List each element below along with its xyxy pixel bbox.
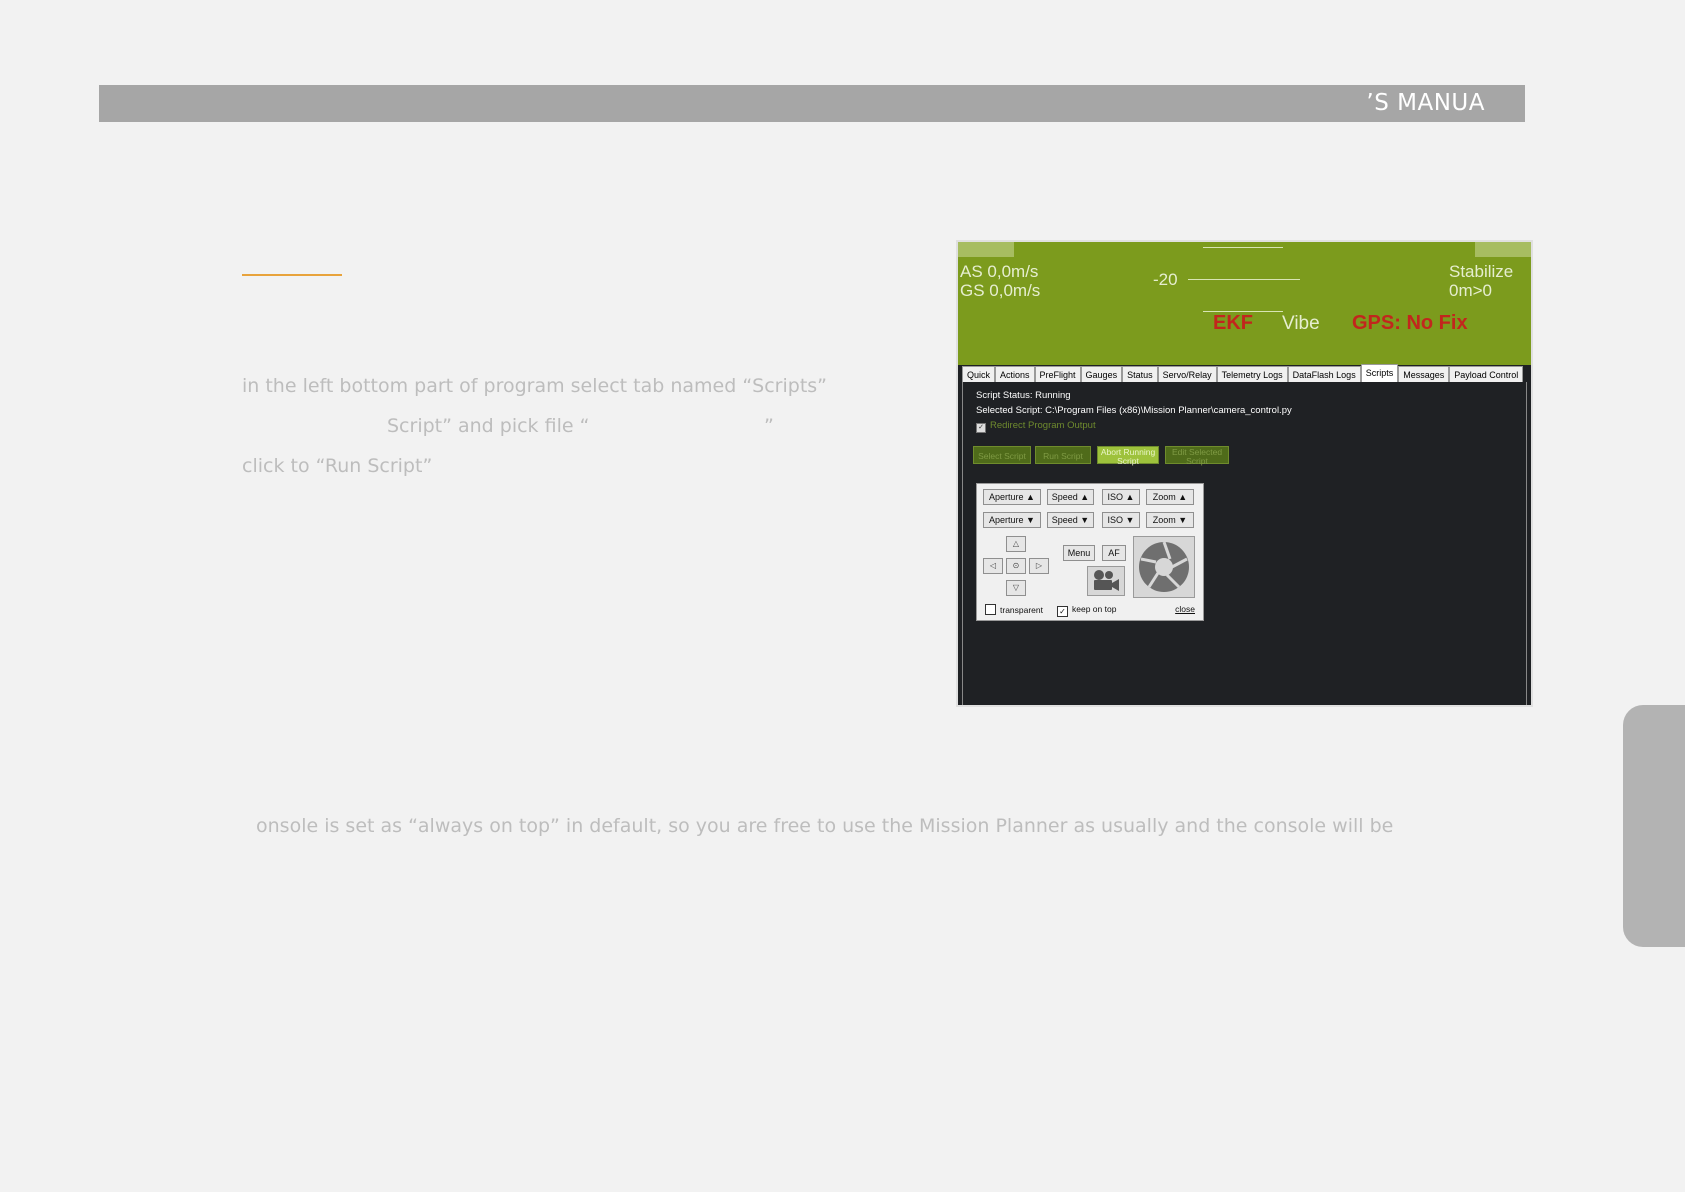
zoom-down-button[interactable]: Zoom ▼ [1146, 512, 1194, 528]
hud-pitch-line [1188, 279, 1300, 280]
header-title: ’S MANUA [1366, 90, 1485, 116]
tab-messages[interactable]: Messages [1398, 366, 1450, 382]
hud-pitch-label: -20 [1153, 270, 1178, 289]
tab-status[interactable]: Status [1122, 366, 1158, 382]
hud-pitch-line [1203, 247, 1283, 248]
tab-servo-relay[interactable]: Servo/Relay [1157, 366, 1217, 382]
hud-flight-mode: Stabilize [1449, 262, 1514, 281]
tab-telemetry-logs[interactable]: Telemetry Logs [1216, 366, 1288, 382]
keep-on-top-checkbox[interactable]: ✓ keep on top [1057, 604, 1116, 617]
aperture-down-button[interactable]: Aperture ▼ [983, 512, 1041, 528]
close-link[interactable]: close [1175, 604, 1195, 614]
script-status: Script Status: Running [976, 390, 1071, 401]
iso-down-button[interactable]: ISO ▼ [1102, 512, 1140, 528]
abort-script-button[interactable]: Abort Running Script [1097, 446, 1159, 466]
tab-scripts[interactable]: Scripts [1360, 364, 1399, 382]
tab-gauges[interactable]: Gauges [1080, 366, 1123, 382]
run-script-button[interactable]: Run Script [1035, 446, 1091, 464]
hud-corner-right [1475, 242, 1531, 257]
arrow-right-button[interactable]: ▷ [1029, 558, 1049, 574]
side-tab [1623, 705, 1685, 947]
hud-gps: GPS: No Fix [1352, 312, 1468, 334]
selected-script: Selected Script: C:\Program Files (x86)\… [976, 405, 1292, 416]
redirect-output-label: Redirect Program Output [990, 420, 1096, 431]
shutter-button[interactable] [1133, 536, 1195, 598]
tab-dataflash-logs[interactable]: DataFlash Logs [1287, 366, 1361, 382]
tab-quick[interactable]: Quick [962, 366, 996, 382]
center-button[interactable]: ⊙ [1006, 558, 1026, 574]
checkbox-empty-icon [985, 604, 996, 615]
abort-script-label-2: Script [1117, 456, 1139, 466]
tab-actions[interactable]: Actions [995, 366, 1035, 382]
camera-control-console: Aperture ▲ Speed ▲ ISO ▲ Zoom ▲ Aperture… [976, 483, 1204, 621]
zoom-up-button[interactable]: Zoom ▲ [1146, 489, 1194, 505]
select-script-button[interactable]: Select Script [973, 446, 1031, 464]
tab-preflight[interactable]: PreFlight [1034, 366, 1081, 382]
hud-display: AS 0,0m/s GS 0,0m/s -20 Stabilize 0m>0 E… [958, 242, 1531, 365]
hud-corner-left [958, 242, 1014, 257]
aperture-icon [1139, 541, 1189, 592]
step-2: Script” and pick file “ [387, 415, 590, 437]
header-bar: ’S MANUA [99, 85, 1525, 122]
arrow-up-button[interactable]: △ [1006, 536, 1026, 552]
speed-down-button[interactable]: Speed ▼ [1047, 512, 1094, 528]
transparent-checkbox[interactable]: transparent [985, 604, 1043, 615]
hud-airspeed: AS 0,0m/s [960, 262, 1039, 281]
checkbox-checked-icon: ✓ [1057, 606, 1068, 617]
hud-distance: 0m>0 [1449, 281, 1492, 300]
speed-up-button[interactable]: Speed ▲ [1047, 489, 1094, 505]
tab-payload-control[interactable]: Payload Control [1449, 366, 1524, 382]
keep-on-top-label: keep on top [1072, 604, 1117, 614]
footer-note: onsole is set as “always on top” in defa… [256, 815, 1394, 837]
iso-up-button[interactable]: ISO ▲ [1102, 489, 1140, 505]
menu-button[interactable]: Menu [1063, 545, 1095, 561]
af-button[interactable]: AF [1102, 545, 1126, 561]
transparent-label: transparent [1000, 605, 1043, 615]
aperture-up-button[interactable]: Aperture ▲ [983, 489, 1041, 505]
arrow-left-button[interactable]: ◁ [983, 558, 1003, 574]
accent-rule [242, 274, 342, 276]
hud-ekf: EKF [1213, 312, 1253, 334]
edit-script-label-2: Script [1186, 456, 1208, 466]
step-3: click to “Run Script” [242, 455, 433, 477]
check-icon: ✓ [976, 423, 986, 433]
step-1: in the left bottom part of program selec… [242, 375, 828, 397]
edit-script-button[interactable]: Edit Selected Script [1165, 446, 1229, 466]
step-2-end-quote: ” [764, 415, 774, 437]
hud-vibe: Vibe [1282, 313, 1320, 334]
hud-groundspeed: GS 0,0m/s [960, 281, 1041, 300]
video-camera-button[interactable] [1087, 566, 1125, 596]
video-camera-icon [1094, 570, 1119, 591]
redirect-output-checkbox[interactable]: ✓ Redirect Program Output [976, 420, 1096, 433]
mission-planner-screenshot: AS 0,0m/s GS 0,0m/s -20 Stabilize 0m>0 E… [956, 240, 1533, 707]
tab-strip: Quick Actions PreFlight Gauges Status Se… [962, 364, 1524, 382]
arrow-down-button[interactable]: ▽ [1006, 580, 1026, 596]
